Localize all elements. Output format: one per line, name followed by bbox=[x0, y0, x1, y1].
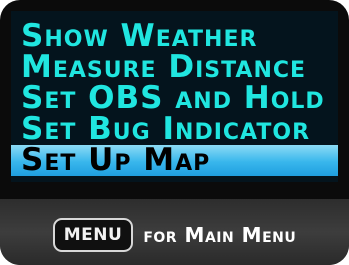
menu-item-label: Set Up Map bbox=[21, 142, 211, 178]
menu-item-measure-distance[interactable]: Measure Distance bbox=[11, 52, 338, 83]
menu-item-set-obs-and-hold[interactable]: Set OBS and Hold bbox=[11, 83, 338, 114]
footer-hint: MENU for Main Menu bbox=[0, 218, 349, 252]
menu-key-button[interactable]: MENU bbox=[52, 218, 134, 252]
softkey-footer: MENU for Main Menu bbox=[0, 199, 349, 265]
menu-screen: Show Weather Measure Distance Set OBS an… bbox=[11, 11, 338, 182]
footer-hint-text: for Main Menu bbox=[143, 223, 297, 247]
device-bezel: Show Weather Measure Distance Set OBS an… bbox=[0, 0, 349, 265]
page-menu-list: Show Weather Measure Distance Set OBS an… bbox=[11, 11, 338, 176]
menu-item-set-up-map[interactable]: Set Up Map bbox=[11, 145, 338, 176]
menu-item-set-bug-indicator[interactable]: Set Bug Indicator bbox=[11, 114, 338, 145]
menu-item-show-weather[interactable]: Show Weather bbox=[11, 21, 338, 52]
